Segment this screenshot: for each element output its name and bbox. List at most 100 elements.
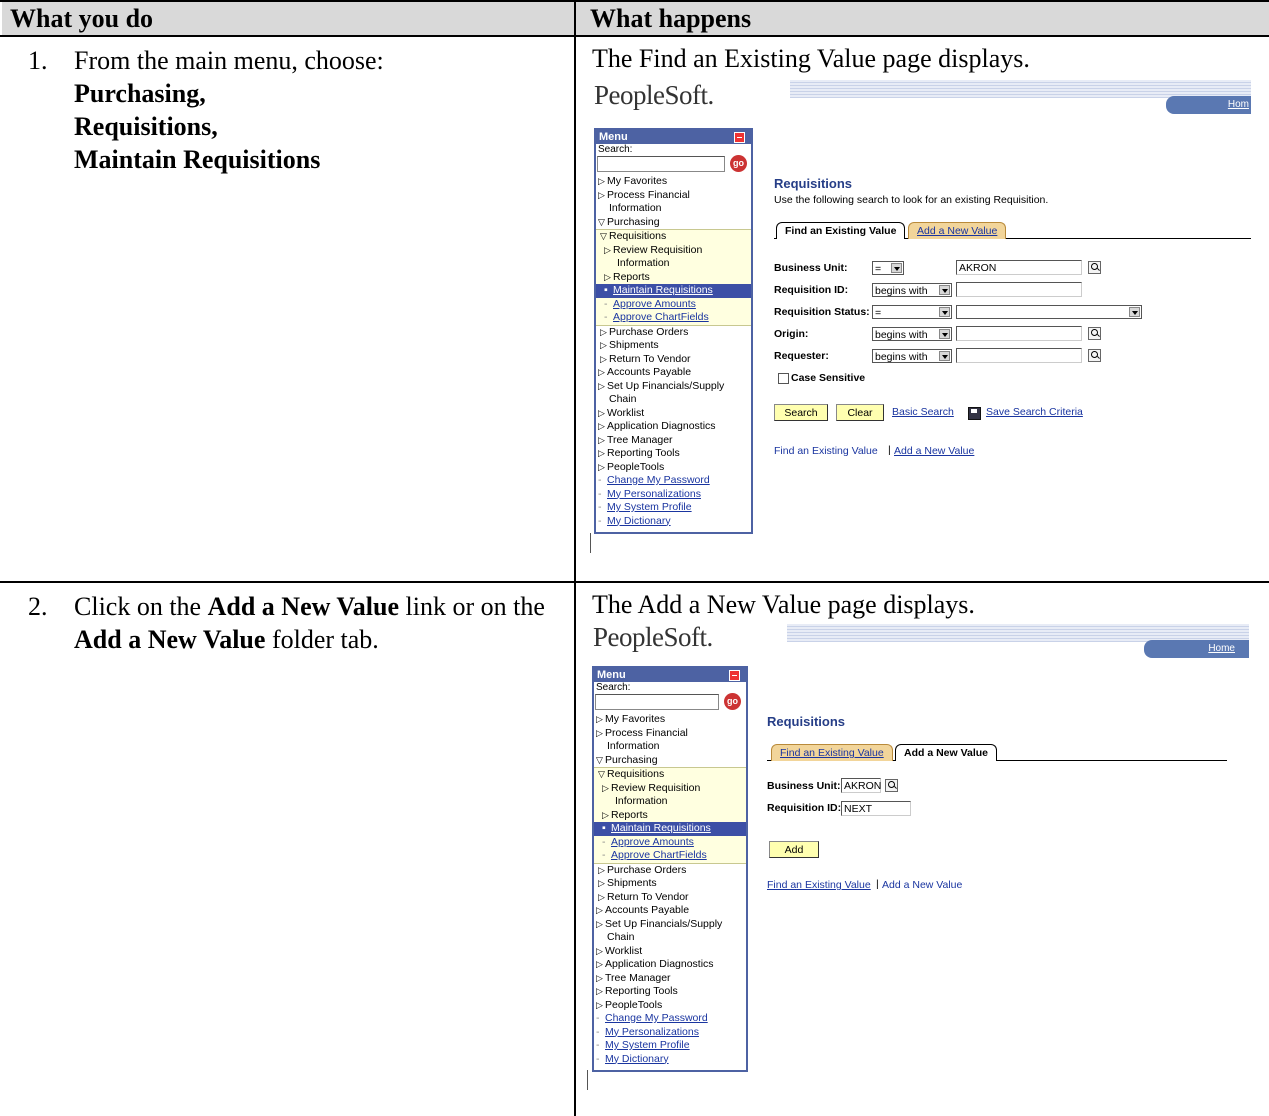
menu-item-reporting-tools[interactable]: ▷ Reporting Tools	[596, 447, 751, 461]
bottom-find-existing-link[interactable]: Find an Existing Value	[774, 445, 878, 457]
menu-item-my-favorites[interactable]: ▷ My Favorites	[596, 175, 751, 189]
origin-operator[interactable]: begins with	[872, 327, 952, 341]
collapse-icon[interactable]	[734, 132, 745, 143]
basic-search-link[interactable]: Basic Search	[892, 406, 954, 418]
requisition-status-select[interactable]	[956, 305, 1142, 319]
menu-item-my-system-profile[interactable]: - My System Profile	[594, 1039, 746, 1053]
go-button[interactable]: go	[730, 155, 747, 172]
menu-item-shipments[interactable]: ▷ Shipments	[596, 339, 751, 353]
go-button[interactable]: go	[724, 693, 741, 710]
add-button[interactable]: Add	[769, 841, 819, 858]
menu-search-input[interactable]	[595, 694, 719, 710]
business-unit-lookup-icon[interactable]	[1088, 261, 1101, 274]
dropdown-arrow-icon	[939, 285, 950, 295]
menu-item-purchasing[interactable]: ▽ Purchasing	[596, 216, 751, 230]
business-unit-input[interactable]: AKRON	[841, 778, 881, 793]
menu-item-approve-chartfields[interactable]: - Approve ChartFields	[596, 311, 751, 325]
requester-label: Requester:	[774, 350, 829, 362]
expand-triangle-icon: ▷	[604, 271, 611, 282]
business-unit-operator[interactable]: =	[872, 261, 904, 275]
menu-item-my-favorites[interactable]: ▷ My Favorites	[594, 713, 746, 727]
tab-find-existing-value[interactable]: Find an Existing Value	[776, 222, 906, 239]
business-unit-lookup-icon[interactable]	[885, 779, 898, 792]
menu-item-application-diagnostics[interactable]: ▷ Application Diagnostics	[594, 958, 746, 972]
case-sensitive-checkbox[interactable]	[778, 373, 789, 384]
tab-bar: Find an Existing Value Add a New Value	[767, 744, 1227, 761]
menu-item-requisitions[interactable]: ▽ Requisitions	[594, 768, 746, 782]
menu-item-process-financial-cont: Information	[607, 740, 660, 752]
menu-item-process-financial[interactable]: ▷ Process Financial	[596, 189, 751, 203]
home-link[interactable]: Home	[1208, 643, 1235, 654]
menu-item-tree-manager[interactable]: ▷ Tree Manager	[596, 434, 751, 448]
menu-item-change-password[interactable]: - Change My Password	[596, 474, 751, 488]
menu-item-my-dictionary[interactable]: - My Dictionary	[594, 1053, 746, 1071]
origin-lookup-icon[interactable]	[1088, 327, 1101, 340]
requisition-id-operator[interactable]: begins with	[872, 283, 952, 297]
menu-item-requisitions[interactable]: ▽ Requisitions	[596, 230, 751, 244]
menu-item-my-personalizations[interactable]: - My Personalizations	[596, 488, 751, 502]
header-what-you-do: What you do	[10, 4, 154, 33]
collapse-icon[interactable]	[729, 670, 740, 681]
menu-item-return-to-vendor[interactable]: ▷ Return To Vendor	[594, 891, 746, 905]
menu-item-approve-amounts[interactable]: - Approve Amounts	[596, 298, 751, 312]
menu-item-accounts-payable[interactable]: ▷ Accounts Payable	[594, 904, 746, 918]
menu-item-my-system-profile[interactable]: - My System Profile	[596, 501, 751, 515]
menu-item-peopletools[interactable]: ▷ PeopleTools	[596, 461, 751, 475]
requester-input[interactable]	[956, 348, 1082, 363]
menu-item-accounts-payable[interactable]: ▷ Accounts Payable	[596, 366, 751, 380]
menu-item-my-personalizations[interactable]: - My Personalizations	[594, 1026, 746, 1040]
menu-item-maintain-requisitions[interactable]: ▪ Maintain Requisitions	[596, 284, 751, 298]
menu-item-peopletools[interactable]: ▷ PeopleTools	[594, 999, 746, 1013]
header-what-happens: What happens	[590, 4, 752, 33]
tab-find-existing-value[interactable]: Find an Existing Value	[771, 744, 893, 761]
menu-item-worklist[interactable]: ▷ Worklist	[594, 945, 746, 959]
requisition-status-operator[interactable]: =	[872, 305, 952, 319]
menu-item-review-requisition[interactable]: ▷ Review Requisition	[596, 244, 751, 258]
menu-item-maintain-requisitions[interactable]: ▪ Maintain Requisitions	[594, 822, 746, 836]
menu-item-purchasing[interactable]: ▽ Purchasing	[594, 754, 746, 768]
menu-item-change-password[interactable]: - Change My Password	[594, 1012, 746, 1026]
search-button[interactable]: Search	[774, 404, 828, 421]
save-search-criteria-link[interactable]: Save Search Criteria	[986, 406, 1083, 418]
expand-triangle-icon: ▷	[598, 189, 605, 200]
menu-search-input[interactable]	[597, 156, 725, 172]
menu-item-reporting-tools[interactable]: ▷ Reporting Tools	[594, 985, 746, 999]
menu-item-set-up-financials[interactable]: ▷ Set Up Financials/Supply	[596, 380, 751, 394]
business-unit-input[interactable]: AKRON	[956, 260, 1082, 275]
menu-item-review-requisition[interactable]: ▷ Review Requisition	[594, 782, 746, 796]
step-2-text-mid: link or on the	[405, 592, 545, 621]
menu-item-purchase-orders[interactable]: ▷ Purchase Orders	[594, 864, 746, 878]
menu-item-process-financial[interactable]: ▷ Process Financial	[594, 727, 746, 741]
menu-item-approve-amounts[interactable]: - Approve Amounts	[594, 836, 746, 850]
menu-item-shipments[interactable]: ▷ Shipments	[594, 877, 746, 891]
clear-button[interactable]: Clear	[836, 404, 884, 421]
menu-item-reports[interactable]: ▷ Reports	[596, 271, 751, 285]
menu-item-purchase-orders[interactable]: ▷ Purchase Orders	[596, 326, 751, 340]
expand-triangle-icon: ▷	[596, 986, 603, 996]
save-icon[interactable]	[968, 407, 981, 420]
requester-lookup-icon[interactable]	[1088, 349, 1101, 362]
menu-item-approve-chartfields[interactable]: - Approve ChartFields	[594, 849, 746, 863]
home-link[interactable]: Hom	[1228, 99, 1249, 110]
bottom-find-existing-link[interactable]: Find an Existing Value	[767, 879, 871, 891]
menu-item-tree-manager[interactable]: ▷ Tree Manager	[594, 972, 746, 986]
menu-item-return-to-vendor[interactable]: ▷ Return To Vendor	[596, 353, 751, 367]
bottom-link-separator: |	[876, 878, 879, 890]
tab-add-new-value[interactable]: Add a New Value	[895, 744, 998, 761]
requisition-id-input[interactable]: NEXT	[841, 801, 911, 816]
requester-operator[interactable]: begins with	[872, 349, 952, 363]
step-1-instructions: From the main menu, choose: Purchasing, …	[74, 44, 564, 176]
business-unit-label: Business Unit:	[774, 262, 848, 274]
menu-item-worklist[interactable]: ▷ Worklist	[596, 407, 751, 421]
bottom-add-new-link[interactable]: Add a New Value	[894, 445, 974, 457]
tab-add-new-value[interactable]: Add a New Value	[908, 222, 1007, 239]
menu-item-my-dictionary[interactable]: - My Dictionary	[596, 515, 751, 533]
menu-item-reports[interactable]: ▷ Reports	[594, 809, 746, 823]
menu-item-application-diagnostics[interactable]: ▷ Application Diagnostics	[596, 420, 751, 434]
requisition-id-input[interactable]	[956, 282, 1082, 297]
requisition-status-label: Requisition Status:	[774, 306, 870, 318]
origin-input[interactable]	[956, 326, 1082, 341]
menu-item-set-up-financials[interactable]: ▷ Set Up Financials/Supply	[594, 918, 746, 932]
expand-triangle-icon: ▷	[596, 972, 603, 983]
expand-triangle-icon: ▷	[598, 380, 605, 391]
